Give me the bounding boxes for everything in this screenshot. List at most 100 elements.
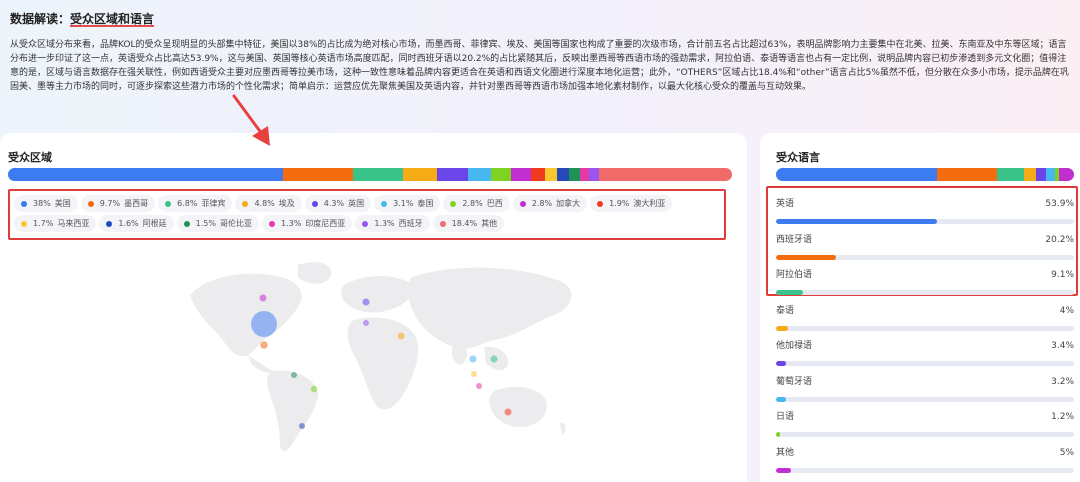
interpretation-title: 数据解读：受众区域和语言 [10, 10, 1068, 30]
region-bar-segment[interactable] [557, 168, 570, 181]
legend-dot-icon [183, 220, 190, 227]
language-item[interactable]: 泰语 4% [776, 304, 1074, 334]
legend-region-name: 菲律宾 [201, 199, 226, 208]
legend-dot-icon [450, 200, 457, 207]
bubble-canada [259, 294, 267, 302]
bubble-spain [363, 320, 369, 326]
region-legend-item[interactable]: 1.5% 哥伦比亚 [176, 215, 259, 232]
legend-percent: 9.7% [99, 199, 121, 208]
region-legend-item[interactable]: 4.3% 英国 [304, 195, 372, 212]
language-bar-segment[interactable] [996, 168, 1024, 181]
language-progress-fill [776, 396, 786, 402]
region-legend-item[interactable]: 1.3% 西班牙 [355, 215, 430, 232]
region-bar-segment[interactable] [402, 168, 438, 181]
world-map-landmass [190, 262, 572, 452]
language-name: 英语 [776, 199, 795, 209]
language-progress-fill [776, 219, 937, 224]
region-bar-segment[interactable] [589, 168, 599, 181]
language-name: 日语 [776, 412, 795, 422]
region-bar-segment[interactable] [569, 168, 580, 181]
region-bar-segment[interactable] [437, 168, 469, 181]
bubble-united-states [251, 311, 277, 337]
language-item-row: 英语 53.9% [776, 197, 1074, 211]
language-percent: 3.4% [1051, 341, 1074, 351]
language-item[interactable]: 他加禄语 3.4% [776, 339, 1074, 369]
language-name: 其他 [776, 447, 795, 458]
region-bar-segment[interactable] [8, 168, 284, 181]
region-legend-item[interactable]: 2.8% 巴西 [443, 195, 510, 212]
region-legend-item[interactable]: 4.8% 埃及 [235, 195, 302, 212]
region-legend-item[interactable]: 6.8% 菲律宾 [158, 195, 233, 212]
audience-region-title: 受众区域 [8, 151, 52, 164]
asia-shape [407, 267, 572, 349]
region-legend-item[interactable]: 1.3% 印度尼西亚 [261, 215, 353, 232]
language-stacked-bar [776, 168, 1074, 181]
region-bar-segment[interactable] [545, 168, 558, 181]
legend-percent: 38% [33, 199, 51, 208]
legend-region-name: 加拿大 [556, 199, 581, 208]
bubble-egypt [397, 332, 405, 340]
language-progress-track [776, 361, 1074, 366]
language-percent: 1.2% [1051, 412, 1074, 422]
language-progress-track [776, 325, 1074, 331]
language-progress-track [776, 396, 1074, 402]
language-progress-fill [776, 290, 804, 295]
language-percent: 9.1% [1051, 270, 1074, 280]
language-progress-fill [776, 254, 837, 260]
region-legend-item[interactable]: 1.6% 阿根廷 [99, 215, 174, 232]
language-item-row: 葡萄牙语 3.2% [776, 375, 1074, 389]
region-bar-segment[interactable] [468, 168, 491, 181]
bubble-colombia [291, 372, 297, 378]
region-legend-item[interactable]: 18.4% 其他 [432, 215, 505, 232]
region-legend-item[interactable]: 1.9% 澳大利亚 [590, 195, 673, 212]
region-bar-segment[interactable] [283, 168, 354, 181]
language-percent: 4% [1059, 305, 1074, 316]
legend-percent: 3.1% [393, 199, 414, 208]
region-legend-item[interactable]: 1.7% 马来西亚 [14, 215, 97, 232]
region-bar-segment[interactable] [511, 168, 532, 181]
language-item[interactable]: 日语 1.2% [776, 410, 1074, 440]
legend-percent: 1.7% [33, 219, 54, 228]
language-progress-fill [776, 432, 780, 437]
language-progress-track [776, 219, 1074, 224]
language-item[interactable]: 西班牙语 20.2% [776, 233, 1074, 263]
region-legend-item[interactable]: 9.7% 墨西哥 [80, 195, 156, 212]
interpretation-title-highlight: 受众区域和语言 [70, 12, 155, 26]
language-progress-track [776, 290, 1074, 295]
region-bar-segment[interactable] [490, 168, 512, 181]
language-item[interactable]: 阿拉伯语 9.1% [776, 268, 1074, 298]
south-america-shape [267, 370, 318, 452]
language-item[interactable]: 葡萄牙语 3.2% [776, 375, 1074, 405]
legend-dot-icon [311, 200, 318, 207]
region-bar-segment[interactable] [531, 168, 546, 181]
legend-region-name: 美国 [54, 199, 71, 208]
legend-percent: 18.4% [451, 219, 478, 228]
language-progress-fill [776, 325, 788, 331]
region-legend-item[interactable]: 38% 美国 [14, 195, 78, 212]
legend-percent: 2.8% [531, 199, 553, 208]
region-legend-item[interactable]: 2.8% 加拿大 [512, 195, 588, 212]
legend-region-name: 其他 [481, 219, 498, 228]
language-item[interactable]: 其他 5% [776, 446, 1074, 476]
language-bar-segment[interactable] [1035, 168, 1046, 181]
region-bar-segment[interactable] [353, 168, 403, 181]
legend-dot-icon [106, 220, 113, 227]
legend-region-name: 巴西 [486, 199, 503, 208]
legend-region-name: 马来西亚 [57, 219, 90, 228]
legend-dot-icon [21, 220, 27, 227]
region-bar-segment[interactable] [579, 168, 590, 181]
language-bar-segment[interactable] [776, 168, 937, 181]
language-bar-segment[interactable] [1045, 168, 1056, 181]
region-bar-segment[interactable] [598, 168, 732, 181]
legend-dot-icon [87, 200, 94, 207]
language-bar-segment[interactable] [1059, 168, 1074, 181]
language-item-row: 其他 5% [776, 446, 1074, 460]
region-legend-item[interactable]: 3.1% 泰国 [374, 195, 441, 212]
central-america-shape [248, 355, 272, 373]
legend-region-name: 泰国 [417, 199, 434, 208]
language-bar-segment[interactable] [936, 168, 997, 181]
language-bar-segment[interactable] [1023, 168, 1036, 181]
bubble-australia [504, 408, 512, 416]
language-item[interactable]: 英语 53.9% [776, 197, 1074, 227]
language-item-row: 日语 1.2% [776, 410, 1074, 424]
